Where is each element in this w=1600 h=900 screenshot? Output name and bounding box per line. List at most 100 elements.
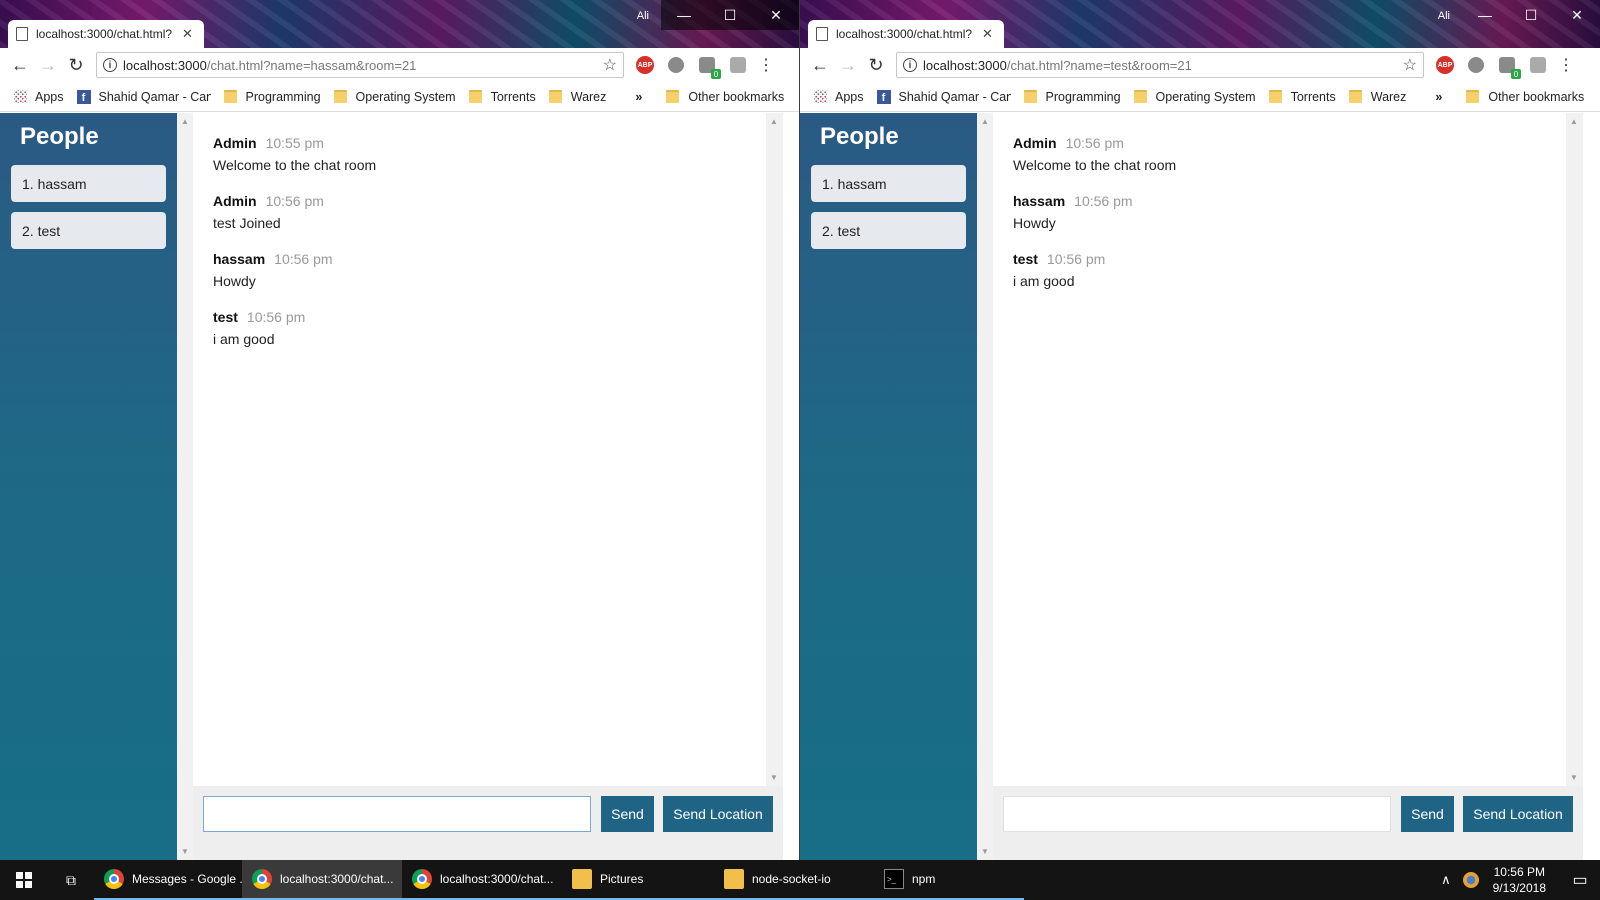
message-input[interactable] xyxy=(1003,796,1391,832)
apps-grid-icon xyxy=(814,90,827,103)
bookmark-warez[interactable]: Warez xyxy=(1348,90,1406,104)
bookmark-other[interactable]: Other bookmarks xyxy=(1466,90,1584,104)
chat-scrollbar[interactable]: ▲ ▼ xyxy=(1566,113,1583,786)
menu-dots-icon[interactable]: ⋮ xyxy=(758,55,774,75)
bookmark-warez[interactable]: Warez xyxy=(548,90,606,104)
message-form: Send Send Location xyxy=(193,786,783,860)
menu-dots-icon[interactable]: ⋮ xyxy=(1558,55,1574,75)
scroll-down-icon[interactable]: ▼ xyxy=(181,847,189,856)
extension-badge[interactable]: 0 xyxy=(697,55,721,79)
titlebar: localhost:3000/chat.html? ✕ Ali — ☐ ✕ xyxy=(800,0,1600,48)
reload-icon[interactable]: ↻ xyxy=(862,51,890,79)
abp-icon: ABP xyxy=(1436,56,1454,74)
address-bar[interactable]: i localhost:3000/chat.html?name=test&roo… xyxy=(896,52,1424,78)
taskbar-item-messages[interactable]: Messages - Google ... xyxy=(94,860,249,900)
taskbar-item-chat-2[interactable]: localhost:3000/chat... xyxy=(402,860,562,900)
scroll-up-icon[interactable]: ▲ xyxy=(1570,117,1578,126)
scroll-up-icon[interactable]: ▲ xyxy=(770,117,778,126)
taskbar-item-chat-1[interactable]: localhost:3000/chat... xyxy=(242,860,402,900)
chrome-icon xyxy=(412,869,432,889)
message-time: 10:56 pm xyxy=(1046,251,1106,267)
maximize-icon[interactable]: ☐ xyxy=(1508,0,1554,30)
taskbar-item-pictures[interactable]: Pictures xyxy=(562,860,714,900)
tab-close-icon[interactable]: ✕ xyxy=(982,26,993,42)
bookmark-programming[interactable]: Programming xyxy=(1023,90,1121,104)
bookmark-apps[interactable]: Apps xyxy=(814,90,864,104)
scroll-up-icon[interactable]: ▲ xyxy=(181,117,189,126)
url-text[interactable]: localhost:3000/chat.html?name=test&room=… xyxy=(923,58,1403,73)
scrollbar[interactable]: ▲ ▼ xyxy=(177,113,193,860)
message-time: 10:56 pm xyxy=(246,309,306,325)
send-button[interactable]: Send xyxy=(601,796,654,832)
tray-app-icon[interactable] xyxy=(1462,872,1479,888)
tab-close-icon[interactable]: ✕ xyxy=(182,26,193,42)
maximize-icon[interactable]: ☐ xyxy=(707,0,753,30)
start-button[interactable] xyxy=(0,860,48,900)
adblock-extension[interactable]: ABP xyxy=(1435,55,1455,75)
tray-chevron-icon[interactable]: ∧ xyxy=(1441,872,1451,888)
scroll-up-icon[interactable]: ▲ xyxy=(981,117,989,126)
message-author: hassam xyxy=(213,251,266,267)
clock[interactable]: 10:56 PM 9/13/2018 xyxy=(1493,864,1546,896)
send-location-button[interactable]: Send Location xyxy=(1463,796,1573,832)
profile-name[interactable]: Ali xyxy=(637,10,649,22)
bookmark-operating-system[interactable]: Operating System xyxy=(1133,90,1256,104)
bookmark-star-icon[interactable]: ☆ xyxy=(1403,55,1417,75)
extension-box[interactable] xyxy=(728,55,748,75)
bookmark-apps[interactable]: Apps xyxy=(14,90,64,104)
bookmarks-bar: Apps f Shahid Qamar - Cana Programming Op… xyxy=(0,82,799,112)
task-view-icon[interactable]: ⧉ xyxy=(48,860,94,900)
minimize-icon[interactable]: — xyxy=(1462,0,1508,30)
extension-lightbulb[interactable] xyxy=(1466,55,1486,75)
info-icon[interactable]: i xyxy=(903,58,917,72)
url-text[interactable]: localhost:3000/chat.html?name=hassam&roo… xyxy=(123,58,603,73)
send-button[interactable]: Send xyxy=(1401,796,1454,832)
close-window-icon[interactable]: ✕ xyxy=(753,0,799,30)
minimize-icon[interactable]: — xyxy=(661,0,707,30)
back-arrow-icon[interactable]: ← xyxy=(6,51,34,79)
bookmarks-overflow-icon[interactable]: » xyxy=(635,90,642,104)
notification-icon[interactable]: ▭ xyxy=(1560,860,1600,900)
scrollbar[interactable]: ▲ ▼ xyxy=(977,113,993,860)
bookmark-other[interactable]: Other bookmarks xyxy=(666,90,784,104)
browser-tab[interactable]: localhost:3000/chat.html? ✕ xyxy=(8,20,204,48)
message-text: test Joined xyxy=(213,215,281,231)
extension-badge[interactable]: 0 xyxy=(1497,55,1521,79)
bookmark-operating-system[interactable]: Operating System xyxy=(333,90,456,104)
reload-icon[interactable]: ↻ xyxy=(62,51,90,79)
bookmark-torrents[interactable]: Torrents xyxy=(1268,90,1336,104)
message-input[interactable] xyxy=(203,796,591,832)
message: test 10:56 pm i am good xyxy=(1013,251,1546,289)
message-time: 10:55 pm xyxy=(265,135,324,151)
extension-box[interactable] xyxy=(1528,55,1548,75)
taskbar-item-npm[interactable]: >_ npm xyxy=(874,860,1024,900)
bookmark-star-icon[interactable]: ☆ xyxy=(603,55,617,75)
bookmark-shahid[interactable]: f Shahid Qamar - Cana xyxy=(76,89,211,104)
chat-scrollbar[interactable]: ▲ ▼ xyxy=(766,113,783,786)
message-form: Send Send Location xyxy=(993,786,1583,860)
close-window-icon[interactable]: ✕ xyxy=(1554,0,1600,30)
back-arrow-icon[interactable]: ← xyxy=(806,51,834,79)
send-location-button[interactable]: Send Location xyxy=(663,796,773,832)
folder-icon xyxy=(1466,90,1480,103)
info-icon[interactable]: i xyxy=(103,58,117,72)
tab-title: localhost:3000/chat.html? xyxy=(836,27,973,41)
folder-icon xyxy=(572,869,592,889)
bookmark-programming[interactable]: Programming xyxy=(223,90,321,104)
scroll-down-icon[interactable]: ▼ xyxy=(981,847,989,856)
browser-tab[interactable]: localhost:3000/chat.html? ✕ xyxy=(808,20,1004,48)
bookmark-shahid[interactable]: f Shahid Qamar - Cana xyxy=(876,89,1011,104)
forward-arrow-icon[interactable]: → xyxy=(834,51,862,79)
scroll-down-icon[interactable]: ▼ xyxy=(770,773,778,782)
scroll-down-icon[interactable]: ▼ xyxy=(1570,773,1578,782)
extension-lightbulb[interactable] xyxy=(666,55,686,75)
forward-arrow-icon[interactable]: → xyxy=(34,51,62,79)
taskbar-item-node-socket-io[interactable]: node-socket-io xyxy=(714,860,874,900)
address-bar[interactable]: i localhost:3000/chat.html?name=hassam&r… xyxy=(96,52,624,78)
bookmarks-overflow-icon[interactable]: » xyxy=(1435,90,1442,104)
bookmark-torrents[interactable]: Torrents xyxy=(468,90,536,104)
adblock-extension[interactable]: ABP xyxy=(635,55,655,75)
clock-time: 10:56 PM xyxy=(1493,865,1545,879)
window-controls: — ☐ ✕ xyxy=(661,0,799,30)
profile-name[interactable]: Ali xyxy=(1438,10,1450,22)
